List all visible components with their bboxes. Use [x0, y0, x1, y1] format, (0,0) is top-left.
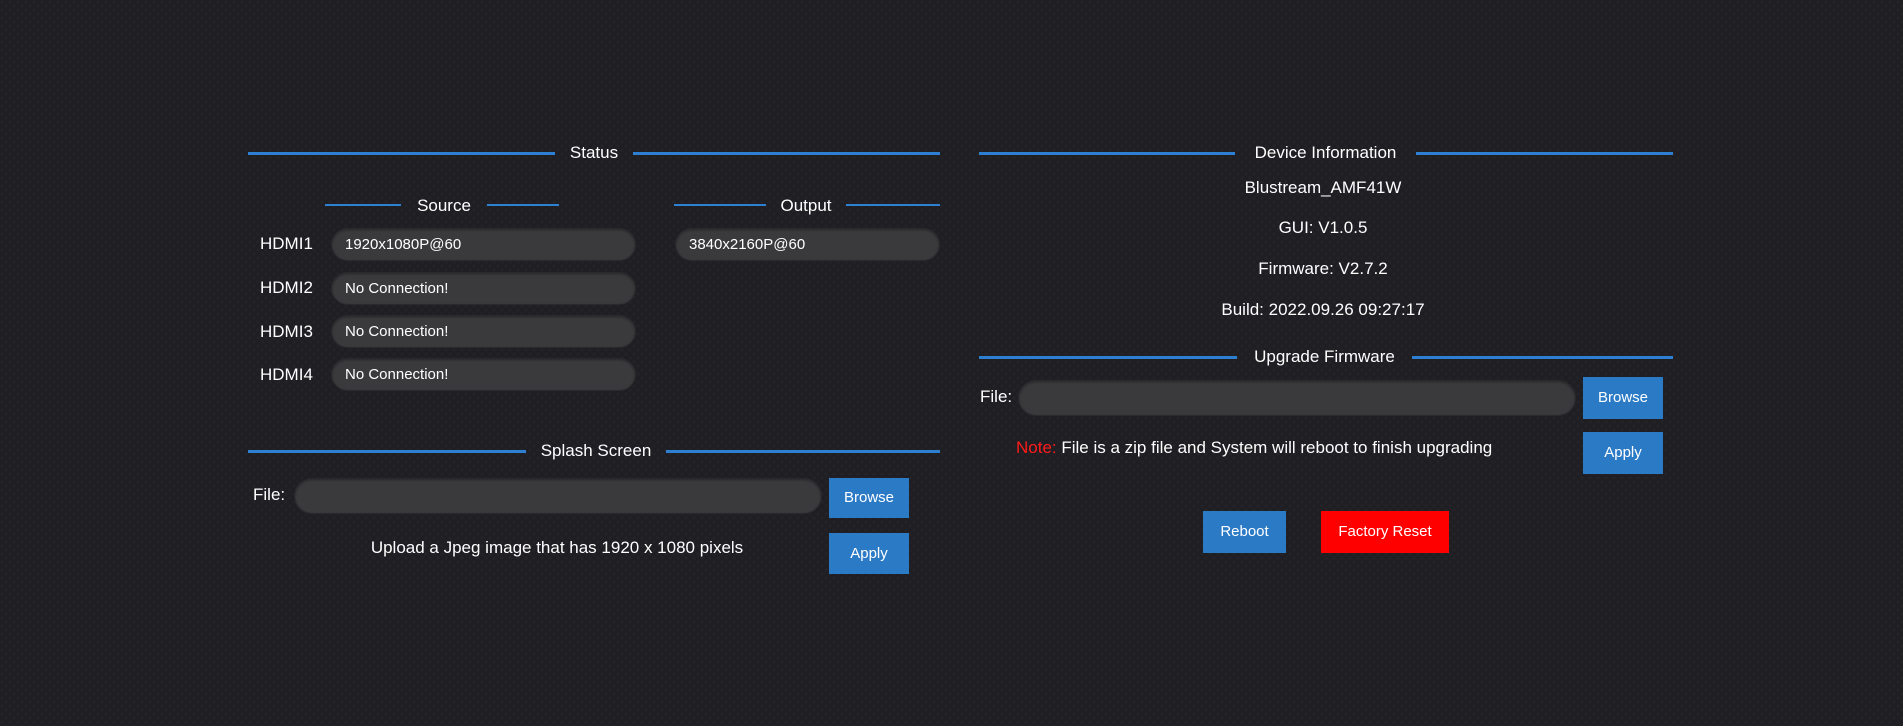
splash-heading-line-left: [248, 450, 526, 453]
hdmi2-status-field: No Connection!: [331, 272, 636, 305]
device-heading-line-right: [1416, 152, 1673, 155]
status-heading: Status: [248, 141, 940, 165]
hdmi2-label: HDMI2: [260, 278, 313, 297]
build-date: Build: 2022.09.26 09:27:17: [1221, 300, 1425, 319]
source-heading-line-left: [325, 204, 401, 206]
status-heading-line-right: [633, 152, 940, 155]
status-heading-line-left: [248, 152, 555, 155]
note-label: Note:: [1016, 438, 1057, 457]
reboot-button[interactable]: Reboot: [1203, 511, 1286, 553]
device-heading-line-left: [979, 152, 1235, 155]
upgrade-firmware-heading: Upgrade Firmware: [979, 345, 1673, 369]
source-heading: Source: [325, 194, 559, 218]
hdmi1-label: HDMI1: [260, 234, 313, 253]
hdmi4-label: HDMI4: [260, 365, 313, 384]
hdmi3-status-field: No Connection!: [331, 315, 636, 348]
device-info-title: Device Information: [1254, 143, 1397, 162]
firmware-apply-button[interactable]: Apply: [1583, 432, 1663, 474]
splash-file-input[interactable]: [294, 478, 822, 514]
factory-reset-button[interactable]: Factory Reset: [1321, 511, 1449, 553]
splash-file-label: File:: [253, 485, 286, 504]
firmware-version: Firmware: V2.7.2: [1258, 259, 1388, 278]
output-heading: Output: [674, 194, 940, 218]
source-heading-line-right: [487, 204, 559, 206]
firmware-file-label: File:: [980, 387, 1013, 406]
splash-browse-button[interactable]: Browse: [829, 478, 909, 518]
splash-heading-line-right: [666, 450, 940, 453]
splash-apply-button[interactable]: Apply: [829, 533, 909, 574]
hdmi3-label: HDMI3: [260, 322, 313, 341]
splash-screen-title: Splash Screen: [540, 441, 652, 460]
output-title: Output: [780, 196, 832, 215]
output-status-field: 3840x2160P@60: [675, 228, 940, 261]
note-text: File is a zip file and System will reboo…: [1056, 438, 1493, 457]
firmware-file-input[interactable]: [1018, 380, 1576, 416]
output-heading-line-right: [846, 204, 940, 206]
splash-screen-heading: Splash Screen: [248, 439, 940, 463]
upgrade-heading-line-right: [1412, 356, 1673, 359]
device-name: Blustream_AMF41W: [1244, 178, 1402, 197]
hdmi4-status-field: No Connection!: [331, 358, 636, 391]
upgrade-firmware-title: Upgrade Firmware: [1254, 347, 1395, 366]
source-title: Source: [417, 196, 471, 215]
gui-version: GUI: V1.0.5: [1278, 218, 1368, 237]
upgrade-heading-line-left: [979, 356, 1237, 359]
status-title: Status: [569, 143, 619, 162]
hdmi1-status-field: 1920x1080P@60: [331, 228, 636, 261]
output-heading-line-left: [674, 204, 766, 206]
firmware-browse-button[interactable]: Browse: [1583, 377, 1663, 419]
device-info-heading: Device Information: [979, 141, 1673, 165]
splash-hint-text: Upload a Jpeg image that has 1920 x 1080…: [370, 538, 744, 557]
firmware-note: Note: File is a zip file and System will…: [1016, 436, 1492, 460]
